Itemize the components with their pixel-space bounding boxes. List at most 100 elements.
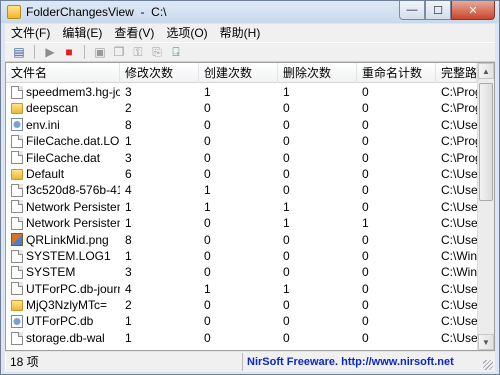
- column-header-renamed[interactable]: 重命名计数: [357, 63, 436, 83]
- table-row[interactable]: UTForPC.db-journal 4 1 1 0 C:\Users: [6, 281, 477, 297]
- cell-path: C:\Progr: [441, 101, 477, 116]
- exit-icon[interactable]: ⍈: [168, 44, 184, 60]
- cell-deleted: 0: [283, 298, 290, 313]
- folder-icon: [11, 168, 23, 180]
- cell-renamed: 0: [362, 232, 369, 247]
- cell-filename: FileCache.dat: [6, 150, 120, 166]
- file-icon: [11, 85, 23, 99]
- copy-icon[interactable]: ❐: [111, 44, 127, 60]
- cell-modified: 8: [125, 117, 132, 132]
- stop-icon[interactable]: ■: [61, 44, 77, 60]
- column-header-deleted[interactable]: 删除次数: [278, 63, 357, 83]
- folder-icon: [11, 103, 23, 115]
- cell-renamed: 0: [362, 85, 369, 99]
- cell-modified: 3: [125, 265, 132, 280]
- cell-deleted: 1: [283, 281, 290, 296]
- table-row[interactable]: SYSTEM 3 0 0 0 C:\Windo: [6, 264, 477, 280]
- cell-filename: SYSTEM.LOG1: [6, 248, 120, 264]
- title-bar[interactable]: FolderChangesView - C:\ — ☐ ✕: [1, 1, 499, 23]
- column-header-modified[interactable]: 修改次数: [120, 63, 199, 83]
- filename-text: UTForPC.db: [26, 314, 94, 329]
- nirsoft-link[interactable]: NirSoft Freeware. http://www.nirsoft.net: [243, 353, 495, 371]
- filename-text: Default: [26, 166, 65, 181]
- toolbar-separator: [84, 45, 85, 59]
- cell-renamed: 0: [362, 101, 369, 116]
- cell-created: 0: [204, 298, 211, 313]
- menu-bar: 文件(F) 编辑(E) 查看(V) 选项(O) 帮助(H): [5, 24, 495, 42]
- cell-created: 0: [204, 134, 211, 149]
- table-row[interactable]: deepscan 2 0 0 0 C:\Progr: [6, 100, 477, 116]
- cell-modified: 1: [125, 248, 132, 263]
- cell-renamed: 1: [362, 216, 369, 231]
- cell-filename: FileCache.dat.LOG1: [6, 133, 120, 149]
- table-row[interactable]: FileCache.dat 3 0 0 0 C:\Progr: [6, 150, 477, 166]
- minimize-button[interactable]: —: [399, 1, 425, 20]
- menu-item-2[interactable]: 查看(V): [108, 24, 160, 42]
- cell-path: C:\Users: [441, 314, 477, 329]
- table-row[interactable]: FileCache.dat.LOG1 1 0 0 0 C:\Progr: [6, 133, 477, 149]
- scroll-up-arrow-icon[interactable]: ▲: [478, 63, 494, 79]
- table-row[interactable]: Network Persistent ... 1 0 1 1 C:\Users: [6, 215, 477, 231]
- cell-renamed: 0: [362, 134, 369, 149]
- scroll-thumb[interactable]: [479, 83, 493, 201]
- properties-icon[interactable]: ⚿: [130, 44, 146, 60]
- cell-created: 0: [204, 248, 211, 263]
- column-header-created[interactable]: 创建次数: [199, 63, 278, 83]
- cell-created: 1: [204, 85, 211, 99]
- cell-created: 0: [204, 216, 211, 231]
- table-row[interactable]: Network Persistent ... 1 1 1 0 C:\Users: [6, 199, 477, 215]
- cell-created: 1: [204, 199, 211, 214]
- menu-item-4[interactable]: 帮助(H): [214, 24, 267, 42]
- column-header-name[interactable]: 文件名: [6, 63, 120, 83]
- file-list[interactable]: 文件名修改次数创建次数删除次数重命名计数完整路径名 speedmem3.hg-j…: [5, 62, 495, 351]
- table-row[interactable]: QRLinkMid.png 8 0 0 0 C:\Users: [6, 232, 477, 248]
- close-button[interactable]: ✕: [451, 1, 495, 20]
- cell-deleted: 0: [283, 117, 290, 132]
- filename-text: env.ini: [26, 117, 60, 132]
- table-row[interactable]: speedmem3.hg-jou... 3 1 1 0 C:\Progr: [6, 84, 477, 100]
- cell-deleted: 0: [283, 134, 290, 149]
- table-row[interactable]: UTForPC.db 1 0 0 0 C:\Users: [6, 313, 477, 329]
- maximize-button[interactable]: ☐: [425, 1, 451, 20]
- play-icon[interactable]: ▶: [42, 44, 58, 60]
- table-row[interactable]: env.ini 8 0 0 0 C:\Users: [6, 117, 477, 133]
- save-icon[interactable]: ▣: [92, 44, 108, 60]
- cell-modified: 4: [125, 281, 132, 296]
- table-row[interactable]: f3c520d8-576b-411... 4 1 0 0 C:\Users: [6, 182, 477, 198]
- cell-modified: 3: [125, 85, 132, 99]
- cell-modified: 1: [125, 216, 132, 231]
- file-icon: [11, 282, 23, 296]
- cell-filename: QRLinkMid.png: [6, 232, 120, 248]
- cell-filename: Default: [6, 166, 120, 182]
- menu-item-0[interactable]: 文件(F): [5, 24, 56, 42]
- cell-renamed: 0: [362, 183, 369, 198]
- settings-icon: [11, 118, 23, 132]
- cell-filename: speedmem3.hg-jou...: [6, 84, 120, 100]
- cell-path: C:\Users: [441, 216, 477, 231]
- menu-item-3[interactable]: 选项(O): [160, 24, 213, 42]
- file-icon: [11, 200, 23, 214]
- file-icon: [11, 184, 23, 198]
- table-row[interactable]: MjQ3NzlyMTc= 2 0 0 0 C:\Users: [6, 297, 477, 313]
- cell-created: 0: [204, 150, 211, 165]
- resize-grip-icon[interactable]: [483, 360, 493, 370]
- filename-text: QRLinkMid.png: [26, 232, 109, 247]
- table-row[interactable]: storage.db-wal 1 0 0 0 C:\Users: [6, 330, 477, 346]
- find-icon[interactable]: ⎘: [149, 44, 165, 60]
- table-row[interactable]: SYSTEM.LOG1 1 0 0 0 C:\Windo: [6, 248, 477, 264]
- column-header-path[interactable]: 完整路径名: [436, 63, 477, 83]
- menu-item-1[interactable]: 编辑(E): [56, 24, 108, 42]
- options-icon[interactable]: ▤: [11, 44, 27, 60]
- image-icon: [11, 233, 23, 247]
- vertical-scrollbar[interactable]: ▲ ▼: [477, 63, 494, 350]
- file-icon: [11, 151, 23, 165]
- cell-path: C:\Progr: [441, 134, 477, 149]
- scroll-down-arrow-icon[interactable]: ▼: [478, 334, 494, 350]
- cell-path: C:\Users: [441, 183, 477, 198]
- table-row[interactable]: Default 6 0 0 0 C:\Users: [6, 166, 477, 182]
- list-header: 文件名修改次数创建次数删除次数重命名计数完整路径名: [6, 63, 477, 83]
- toolbar: ▤ ▶ ■ ▣ ❐ ⚿ ⎘ ⍈: [5, 42, 495, 62]
- cell-path: C:\Users: [441, 298, 477, 313]
- cell-deleted: 0: [283, 248, 290, 263]
- cell-path: C:\Users: [441, 281, 477, 296]
